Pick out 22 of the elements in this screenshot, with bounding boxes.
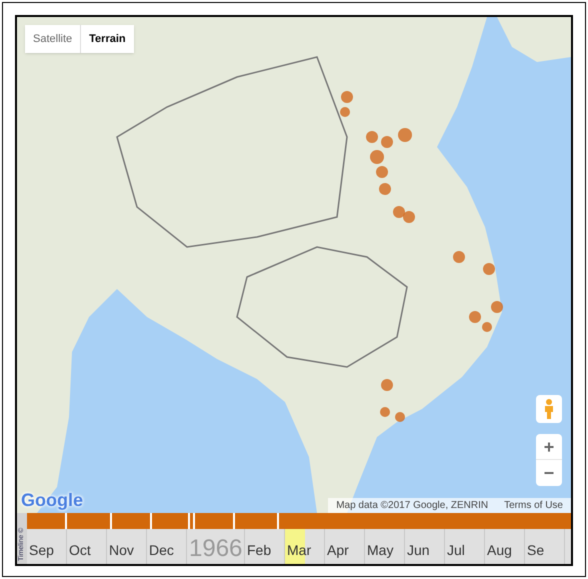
month-label[interactable]: Oct [69,540,91,561]
month-label[interactable]: Jul [447,540,465,561]
map-data-text: Map data ©2017 Google, ZENRIN [335,499,490,513]
timeline-bar[interactable] [27,513,571,529]
month-label[interactable]: Se [527,540,544,561]
month-label[interactable]: May [367,540,394,561]
map-type-tab[interactable]: Satellite [25,25,82,53]
month-label[interactable]: Nov [109,540,134,561]
zoom-out-button[interactable]: − [536,460,562,486]
month-label[interactable]: Jun [407,540,430,561]
person-icon [544,399,554,419]
map-type-tab[interactable]: Terrain [81,25,134,53]
year-label: 1966 [189,537,242,561]
month-label[interactable]: Sep [29,540,54,561]
street-view-button[interactable] [536,395,562,423]
zoom-in-button[interactable]: + [536,434,562,460]
month-label[interactable]: Feb [247,540,272,561]
month-label[interactable]: Mar [287,540,312,561]
terms-link[interactable]: Terms of Use [496,498,571,513]
month-label[interactable]: Aug [487,540,512,561]
month-label[interactable]: Apr [327,540,349,561]
month-label[interactable]: Dec [149,540,174,561]
